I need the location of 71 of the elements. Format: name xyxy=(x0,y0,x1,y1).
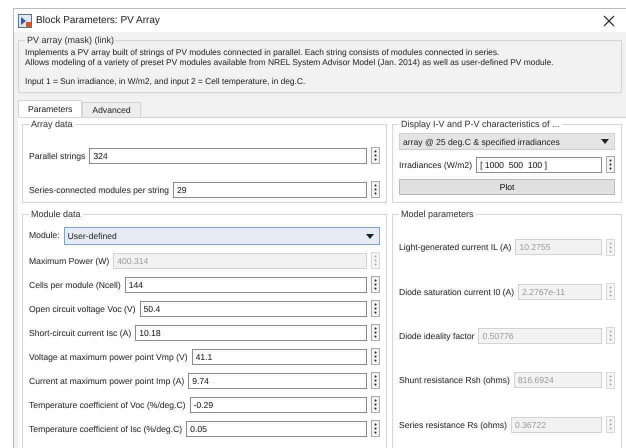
options-button[interactable] xyxy=(371,348,380,365)
group-title: Module data xyxy=(30,209,82,219)
caret-icon xyxy=(366,234,374,238)
description-text: Input 1 = Sun irradiance, in W/m2, and input 2 = Cell temperature, in deg.C. xyxy=(25,76,306,86)
input-field[interactable]: -0.29 xyxy=(190,396,367,412)
field-label: Parallel strings xyxy=(29,150,86,160)
tab[interactable]: Parameters xyxy=(18,100,82,117)
options-button[interactable] xyxy=(371,276,380,293)
tab[interactable]: Advanced xyxy=(82,102,141,117)
options-button[interactable] xyxy=(371,300,380,317)
field-label: Light-generated current IL (A) xyxy=(399,242,512,252)
input-field[interactable]: 9.74 xyxy=(188,372,367,388)
more-icon xyxy=(374,327,377,338)
more-icon xyxy=(374,351,377,362)
more-icon xyxy=(609,159,612,170)
field-label: Diode ideality factor xyxy=(399,330,474,341)
input-field[interactable]: 10.18 xyxy=(135,324,367,340)
caret-icon xyxy=(601,139,609,144)
field-label: Temperature coefficient of Voc (%/deg.C) xyxy=(29,400,186,410)
more-icon xyxy=(374,399,377,410)
options-button[interactable] xyxy=(371,372,380,389)
more-icon xyxy=(609,286,612,298)
group-title: Display I-V and P-V characteristics of ... xyxy=(400,119,561,129)
field-label: Series-connected modules per string xyxy=(29,184,169,194)
more-icon xyxy=(374,375,377,386)
description-text: Implements a PV array built of strings of PV modules connected in parallel. Each string consists of modules connected in series. xyxy=(25,47,500,57)
more-icon xyxy=(609,374,612,386)
more-icon xyxy=(374,184,377,195)
options-button[interactable] xyxy=(606,156,615,173)
field-label: Shunt resistance Rsh (ohms) xyxy=(399,375,510,386)
field-label: Irradiances (W/m2) xyxy=(399,160,472,170)
options-button[interactable] xyxy=(371,181,380,198)
dropdown[interactable]: array @ 25 deg.C & specified irradiances xyxy=(399,133,615,150)
window-title: Block Parameters: PV Array xyxy=(36,15,161,26)
input-field[interactable]: 324 xyxy=(89,148,367,164)
input-field[interactable]: [ 1000 500 100 ] xyxy=(476,156,602,172)
field-label: Series resistance Rs (ohms) xyxy=(399,420,507,430)
more-icon xyxy=(374,255,377,266)
field-label: Temperature coefficient of Isc (%/deg.C) xyxy=(29,424,182,434)
more-icon xyxy=(374,423,377,434)
group-title: PV array (mask) (link) xyxy=(26,35,116,45)
input-field[interactable]: 29 xyxy=(172,182,367,198)
more-icon xyxy=(374,303,377,314)
input-field[interactable]: 144 xyxy=(124,276,367,292)
input-field[interactable]: 50.4 xyxy=(140,300,367,316)
more-icon xyxy=(609,330,612,342)
options-button[interactable] xyxy=(371,420,380,437)
options-button[interactable] xyxy=(371,396,380,413)
field-label: Voltage at maximum power point Vmp (V) xyxy=(29,352,188,362)
options-button[interactable] xyxy=(371,324,380,341)
field-label: Module: xyxy=(29,230,60,240)
field-label: Maximum Power (W) xyxy=(29,256,110,266)
options-button[interactable] xyxy=(371,147,380,164)
field-label: Diode saturation current I0 (A) xyxy=(399,286,514,297)
field-label: Current at maximum power point Imp (A) xyxy=(29,376,184,386)
input-field[interactable]: 41.1 xyxy=(192,348,367,364)
field-label: Open circuit voltage Voc (V) xyxy=(29,304,136,314)
description-text: Allows modeling of a variety of preset PV modules available from NREL System Advisor Model (Jan. 2014) as well as user-defined PV module. xyxy=(25,57,554,67)
more-icon xyxy=(609,242,612,253)
close-icon[interactable] xyxy=(603,14,615,26)
block-icon xyxy=(18,14,32,28)
more-icon xyxy=(609,419,612,430)
field-label: Cells per module (Ncell) xyxy=(29,280,121,290)
more-icon xyxy=(374,150,377,161)
plot-button[interactable]: Plot xyxy=(399,179,615,195)
group-title: Array data xyxy=(30,119,74,129)
group-title: Model parameters xyxy=(400,209,475,219)
more-icon xyxy=(374,279,377,290)
field-label: Short-circuit current Isc (A) xyxy=(29,328,132,338)
module-dropdown[interactable]: User-defined xyxy=(64,227,380,245)
input-field[interactable]: 0.05 xyxy=(186,420,367,436)
